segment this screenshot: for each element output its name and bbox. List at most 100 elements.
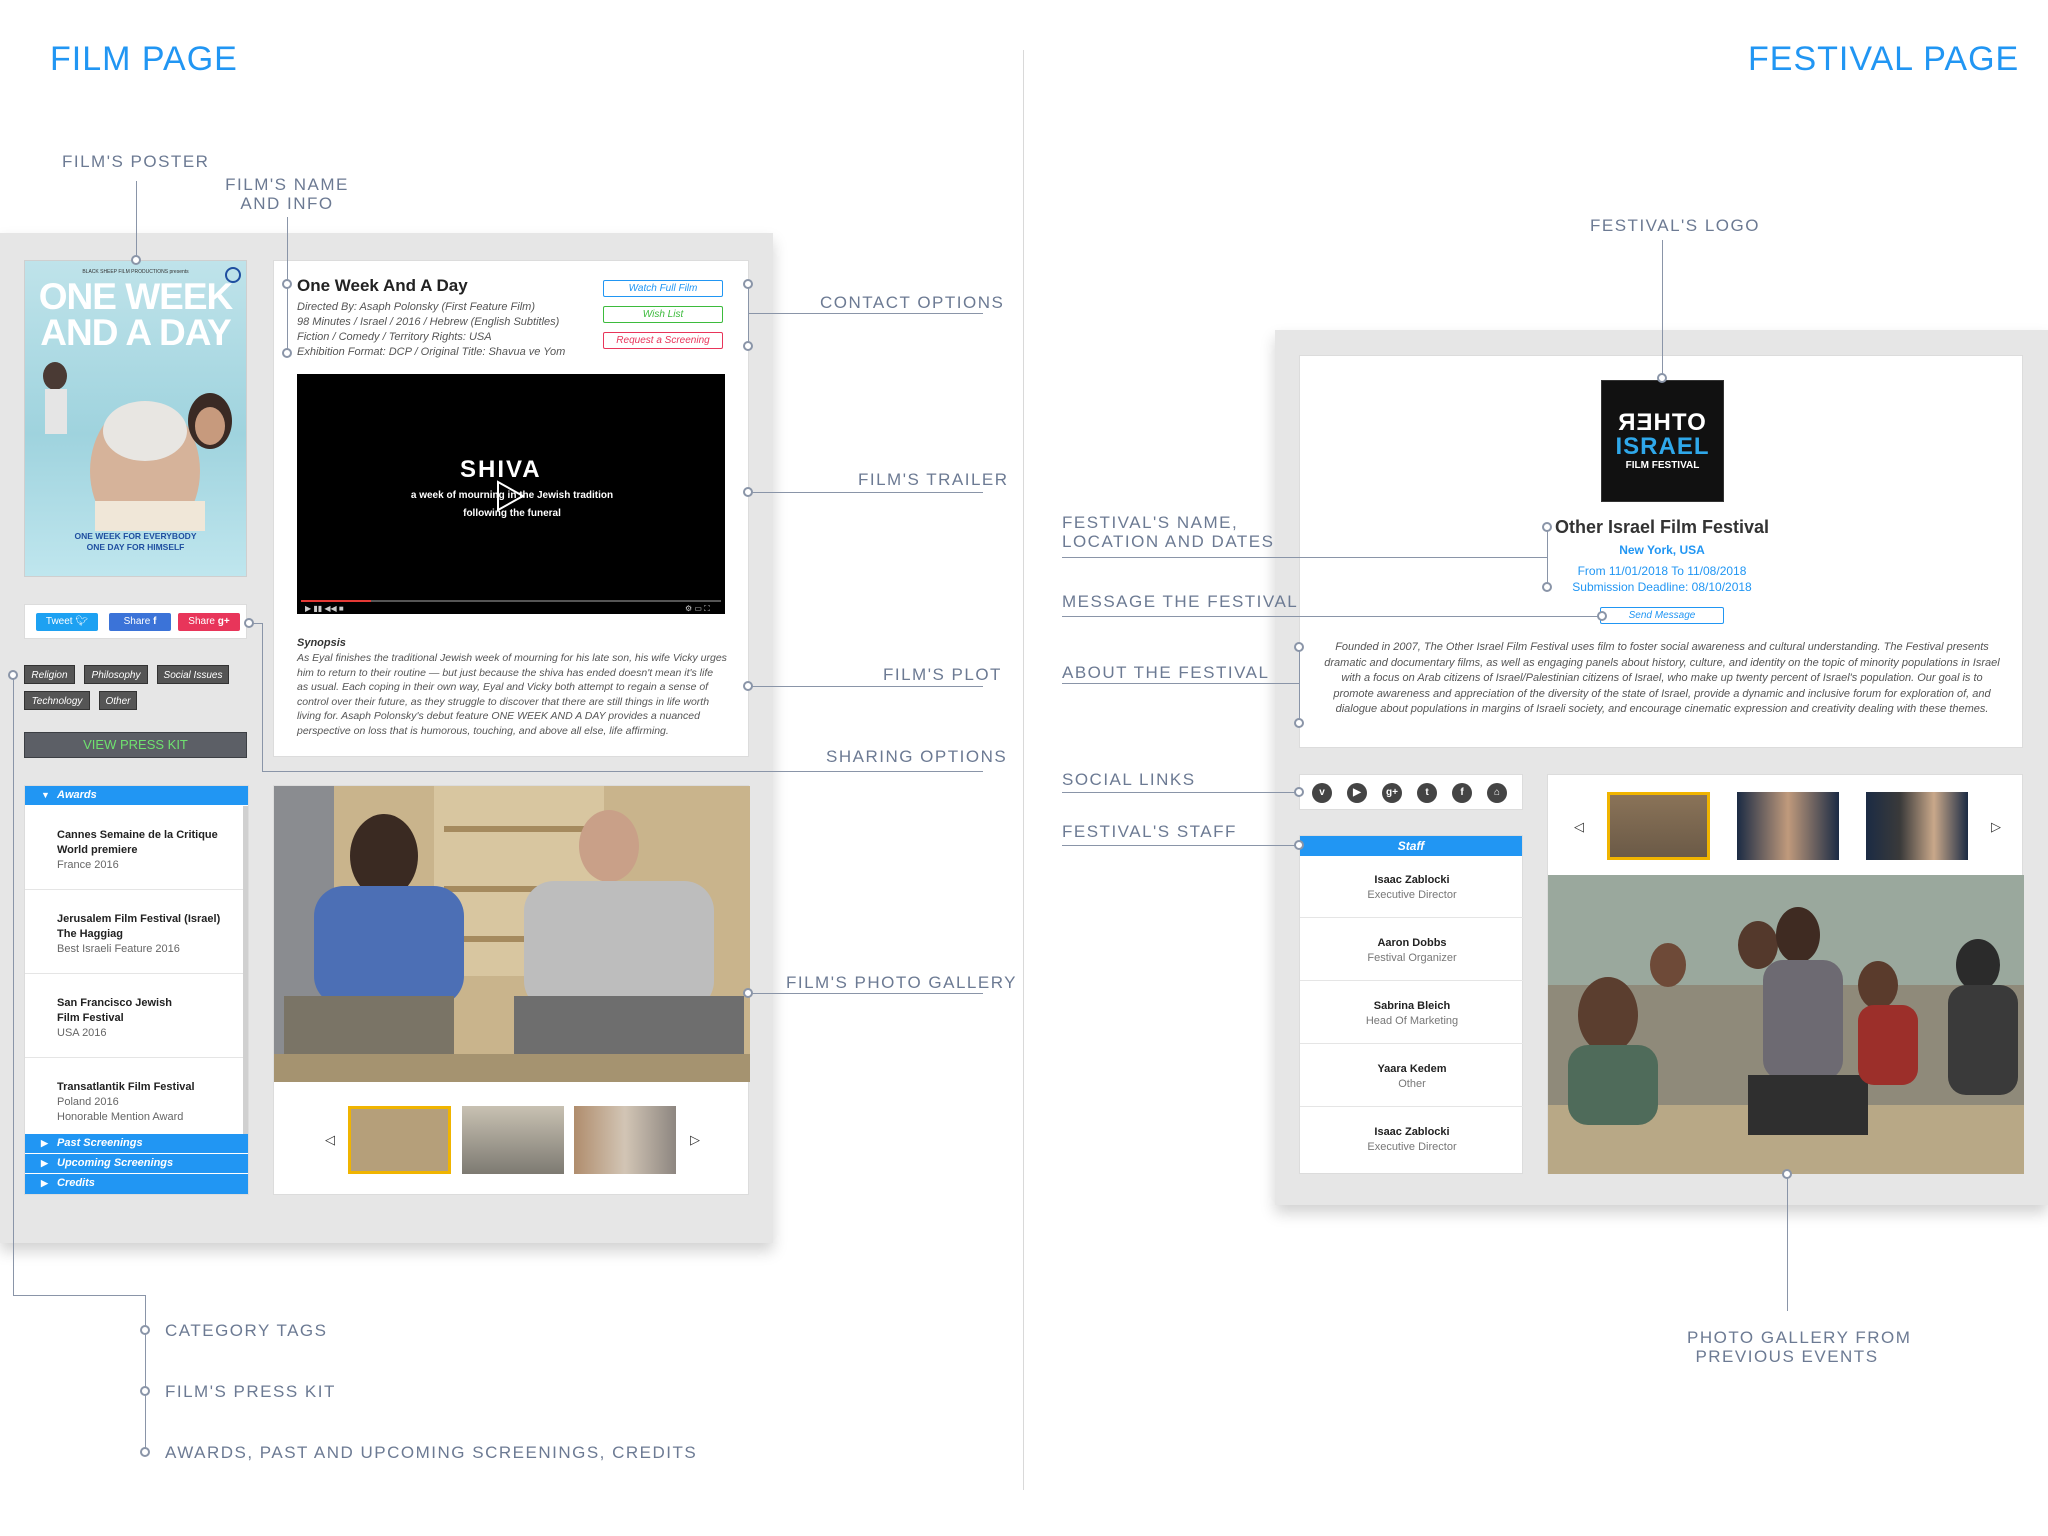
share-facebook-button[interactable]: Share f [109,613,171,631]
festival-submission-deadline: Submission Deadline: 08/10/2018 [1572,580,1752,594]
accordion-awards-header[interactable]: ▼ Awards [25,786,248,805]
annotation-about-festival: ABOUT THE FESTIVAL [1062,663,1270,682]
video-progress-track[interactable] [301,600,721,602]
annotation-film-name-info: FILM'S NAME AND INFO [222,175,352,213]
tag-social-issues[interactable]: Social Issues [157,665,229,684]
staff-member[interactable]: Yaara Kedem Other [1300,1045,1524,1107]
poster-tagline: ONE WEEK FOR EVERYBODY ONE DAY FOR HIMSE… [25,531,246,553]
gallery-next-arrow-icon[interactable]: ▷ [1991,819,2001,835]
tag-religion[interactable]: Religion [24,665,75,684]
annotation-dot [140,1386,150,1396]
festival-gallery-main-photo[interactable] [1548,875,2024,1174]
annotation-awards-screenings-credits: AWARDS, PAST AND UPCOMING SCREENINGS, CR… [165,1443,698,1462]
annotation-line [136,181,137,259]
annotation-line [748,313,983,314]
gallery-photo-art [274,786,750,1082]
annotation-line [13,675,14,1295]
festival-location: New York, USA [1619,543,1705,557]
request-screening-button[interactable]: Request a Screening [603,332,723,349]
film-info-card: One Week And A Day Directed By: Asaph Po… [273,260,749,757]
awards-scrollbar[interactable] [243,806,248,1144]
gallery-thumbnail[interactable] [348,1106,451,1174]
annotation-dot [244,618,254,628]
film-poster[interactable]: BLACK SHEEP FILM PRODUCTIONS presents ON… [24,260,247,577]
play-icon[interactable] [492,479,526,513]
tag-other[interactable]: Other [99,691,137,710]
poster-festival-laurel-icon [225,267,241,283]
view-press-kit-button[interactable]: VIEW PRESS KIT [24,732,247,758]
awards-list[interactable]: Cannes Semaine de la Critique World prem… [25,806,248,1144]
twitter-icon[interactable]: t [1417,783,1437,803]
video-settings-icon[interactable]: ⚙ ▭ ⛶ [685,604,710,614]
accordion-past-screenings-header[interactable]: ▶ Past Screenings [25,1134,248,1153]
film-info-line-4: Exhibition Format: DCP / Original Title:… [297,346,566,358]
annotation-dot [1657,373,1667,383]
gallery-prev-arrow-icon[interactable]: ◁ [325,1132,335,1148]
staff-member[interactable]: Isaac Zablocki Executive Director [1300,1108,1524,1170]
annotation-line [13,1295,145,1296]
film-page-title: FILM PAGE [50,40,238,78]
award-sub-line-2: Honorable Mention Award [57,1111,184,1123]
annotation-festival-name-line-2: LOCATION AND DATES [1062,532,1275,551]
social-links-bar: v ▶ g+ t f ⌂ [1299,774,1523,810]
gallery-main-photo[interactable] [274,786,750,1082]
staff-name: Sabrina Bleich [1373,1000,1451,1012]
award-title-line-1: San Francisco Jewish [57,997,172,1009]
annotation-dot [743,487,753,497]
video-controls-icon[interactable]: ▶ ▮▮ ◀◀ ■ [305,604,344,613]
gallery-thumbnail[interactable] [1737,792,1839,860]
annotation-photo-gallery-events: PHOTO GALLERY FROM PREVIOUS EVENTS [1687,1328,1910,1366]
film-info-line-2: 98 Minutes / Israel / 2016 / Hebrew (Eng… [297,316,560,328]
share-gplus-button[interactable]: Share g+ [178,613,240,631]
poster-tagline-line-2: ONE DAY FOR HIMSELF [86,542,185,552]
poster-title: ONE WEEK AND A DAY [25,278,246,351]
send-message-button[interactable]: Send Message [1600,607,1724,624]
gallery-next-arrow-icon[interactable]: ▷ [690,1132,700,1148]
accordion-upcoming-screenings-label: Upcoming Screenings [57,1157,174,1169]
tweet-button[interactable]: Tweet 🐦︎ [36,613,98,631]
staff-member[interactable]: Aaron Dobbs Festival Organizer [1300,919,1524,981]
tag-technology[interactable]: Technology [24,691,90,710]
watch-full-film-button[interactable]: Watch Full Film [603,280,723,297]
award-title-line-2: World premiere [57,844,138,856]
accordion-credits-header[interactable]: ▶ Credits [25,1174,248,1194]
annotation-dot [743,341,753,351]
festival-logo-line-3: FILM FESTIVAL [1625,460,1700,471]
accordion-upcoming-screenings-header[interactable]: ▶ Upcoming Screenings [25,1154,248,1173]
staff-name: Aaron Dobbs [1377,937,1447,949]
gallery-thumbnail[interactable] [1866,792,1968,860]
annotation-line [748,492,983,493]
annotation-line [1299,647,1300,723]
annotation-dot [743,681,753,691]
tag-philosophy[interactable]: Philosophy [84,665,148,684]
gallery-prev-arrow-icon[interactable]: ◁ [1574,819,1584,835]
festival-dates: From 11/01/2018 To 11/08/2018 [1577,564,1747,578]
vimeo-icon[interactable]: v [1312,783,1332,803]
annotation-line [1547,527,1548,587]
gallery-thumbnail[interactable] [1607,792,1710,860]
film-photo-gallery: ◁ ▷ [273,785,750,1195]
google-plus-icon[interactable]: g+ [1382,783,1402,803]
staff-member[interactable]: Sabrina Bleich Head Of Marketing [1300,982,1524,1044]
gallery-thumbnail[interactable] [462,1106,564,1174]
award-item: Cannes Semaine de la Critique World prem… [25,806,243,890]
annotation-line [1062,683,1299,684]
staff-role: Festival Organizer [1367,952,1457,964]
annotation-contact-options: CONTACT OPTIONS [820,293,1005,312]
wish-list-button[interactable]: Wish List [603,306,723,323]
staff-role: Other [1398,1078,1426,1090]
award-title-line-1: Jerusalem Film Festival (Israel) [57,913,221,925]
award-title-line-1: Transatlantik Film Festival [57,1081,195,1093]
annotation-dot [1294,642,1304,652]
annotation-dot [743,279,753,289]
film-trailer-video[interactable]: SHIVA a week of mourning in the Jewish t… [297,374,725,614]
home-icon[interactable]: ⌂ [1487,783,1507,803]
facebook-icon[interactable]: f [1452,783,1472,803]
annotation-line [1062,792,1299,793]
award-item: Jerusalem Film Festival (Israel) The Hag… [25,890,243,974]
film-name: One Week And A Day [297,276,468,295]
gallery-thumbnail[interactable] [574,1106,676,1174]
youtube-icon[interactable]: ▶ [1347,783,1367,803]
staff-member[interactable]: Isaac Zablocki Executive Director [1300,856,1524,918]
annotation-festival-staff: FESTIVAL'S STAFF [1062,822,1237,841]
